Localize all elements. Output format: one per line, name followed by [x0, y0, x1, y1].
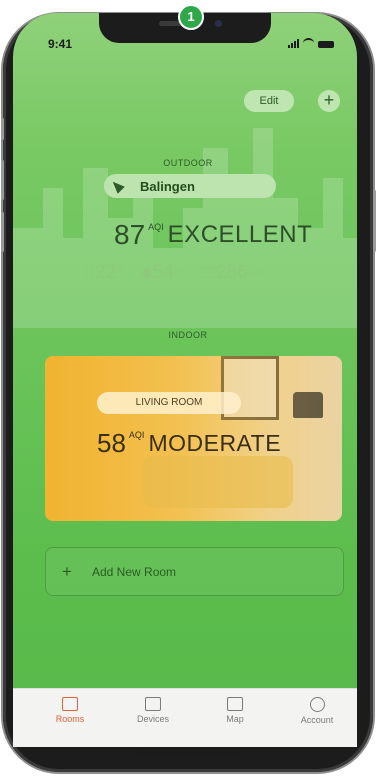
front-camera	[215, 20, 222, 27]
tab-rooms[interactable]: Rooms	[35, 697, 105, 724]
outdoor-aqi-status: EXCELLENT	[167, 221, 313, 248]
temperature-metric: 22°	[86, 262, 124, 284]
indoor-aqi-status: MODERATE	[148, 430, 282, 456]
volume-down-button	[1, 212, 4, 252]
device-icon	[145, 697, 161, 711]
tab-account[interactable]: Account	[282, 697, 352, 725]
outdoor-aqi-value: 87	[114, 219, 146, 250]
humidity-unit: %	[175, 269, 183, 276]
power-button	[373, 190, 376, 252]
outdoor-aqi-readout: 87 AQI EXCELLENT	[114, 220, 312, 250]
pm-unit: µg/m³	[249, 269, 268, 276]
status-time: 9:41	[48, 37, 73, 51]
humidity-metric: 54 %	[141, 262, 183, 284]
plus-icon: +	[62, 562, 72, 581]
droplet-icon	[141, 267, 151, 279]
home-indicator[interactable]	[136, 750, 244, 754]
battery-icon	[318, 41, 334, 48]
thermometer-icon	[86, 266, 93, 280]
temperature-value: 22°	[95, 262, 124, 283]
volume-up-button	[1, 160, 4, 200]
indoor-section-label: INDOOR	[168, 330, 208, 340]
outdoor-aqi-label: AQI	[148, 222, 164, 232]
room-name-pill: LIVING ROOM	[97, 392, 241, 414]
tab-devices[interactable]: Devices	[118, 697, 188, 724]
city-skyline-background	[13, 128, 357, 328]
indoor-aqi-label: AQI	[128, 430, 145, 440]
status-icons	[288, 38, 334, 48]
tab-map[interactable]: Map	[200, 697, 270, 724]
edit-button[interactable]: Edit	[244, 90, 294, 112]
outdoor-section-label: OUTDOOR	[163, 158, 213, 168]
outdoor-metrics: 22° 54 % 286 µg/m³	[86, 262, 268, 284]
humidity-value: 54	[152, 262, 174, 283]
wind-icon	[200, 268, 215, 278]
add-new-room-label: Add New Room	[92, 565, 177, 579]
map-icon	[227, 697, 243, 711]
location-name: Balingen	[140, 179, 195, 194]
add-button[interactable]: +	[318, 90, 340, 112]
wifi-icon	[303, 38, 314, 48]
tab-map-label: Map	[226, 714, 244, 724]
account-icon	[309, 697, 325, 712]
tab-account-label: Account	[300, 715, 334, 725]
pm-metric: 286 µg/m³	[200, 262, 268, 284]
indoor-aqi-readout: 58 AQI MODERATE	[97, 428, 281, 458]
indoor-aqi-value: 58	[97, 428, 126, 458]
step-badge: 1	[178, 4, 204, 30]
mute-switch	[1, 118, 4, 140]
tab-devices-label: Devices	[136, 714, 169, 724]
add-new-room-button[interactable]	[45, 547, 344, 596]
signal-icon	[288, 39, 299, 48]
home-icon	[62, 697, 78, 711]
pm-value: 286	[216, 262, 248, 283]
tab-rooms-label: Rooms	[55, 714, 85, 724]
